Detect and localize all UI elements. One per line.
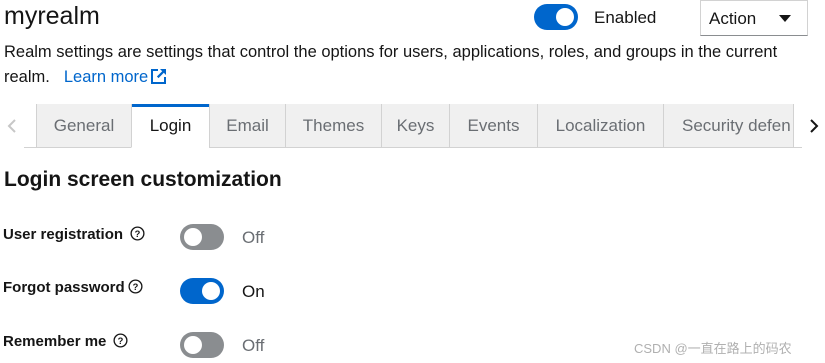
forgot-password-label: Forgot password [3, 279, 125, 296]
user-registration-switch[interactable] [180, 224, 224, 250]
switch-knob [556, 8, 574, 26]
caret-down-icon [779, 15, 791, 22]
chevron-left-icon [7, 119, 16, 133]
external-link-icon [151, 67, 167, 92]
tab-localization[interactable]: Localization [537, 104, 663, 148]
remember-me-label: Remember me [3, 333, 107, 350]
svg-text:?: ? [118, 336, 124, 346]
tab-login[interactable]: Login [131, 104, 209, 148]
tab-label: Email [226, 115, 269, 135]
tabs-scroll-left-button[interactable] [0, 104, 24, 148]
tab-label: Events [467, 115, 520, 135]
tab-label: Localization [555, 115, 646, 135]
svg-text:?: ? [133, 282, 139, 292]
tab-label: Login [149, 115, 192, 135]
user-registration-state: Off [242, 228, 265, 247]
switch-knob [184, 336, 202, 354]
realm-enabled-switch[interactable] [534, 4, 578, 30]
tab-label: Themes [302, 115, 365, 135]
help-icon[interactable]: ? [130, 226, 145, 246]
tab-label: Keys [396, 115, 435, 135]
tab-security-defenses[interactable]: Security defen [663, 104, 794, 148]
forgot-password-state: On [242, 282, 265, 301]
tab-events[interactable]: Events [449, 104, 537, 148]
tab-keys[interactable]: Keys [381, 104, 449, 148]
switch-knob [184, 228, 202, 246]
tab-email[interactable]: Email [209, 104, 285, 148]
action-dropdown-label: Action [709, 9, 757, 28]
tab-themes[interactable]: Themes [285, 104, 381, 148]
realm-description: Realm settings are settings that control… [4, 40, 819, 92]
forgot-password-switch[interactable] [180, 278, 224, 304]
remember-me-switch[interactable] [180, 332, 224, 358]
learn-more-link[interactable]: Learn more [64, 68, 167, 86]
svg-text:?: ? [135, 229, 141, 239]
realm-title: myrealm [4, 2, 100, 30]
realm-enabled-label: Enabled [594, 8, 657, 27]
learn-more-label: Learn more [63, 68, 149, 86]
tab-label: Security defen [682, 115, 791, 135]
tab-general[interactable]: General [36, 104, 131, 148]
action-dropdown[interactable]: Action [700, 0, 808, 36]
watermark: CSDN @一直在路上的码农 [634, 341, 792, 356]
switch-knob [202, 282, 220, 300]
realm-settings-tabs: General Login Email Themes Keys Events L… [0, 104, 825, 148]
help-icon[interactable]: ? [128, 279, 143, 299]
tabs-scroll-right-button[interactable] [802, 104, 825, 148]
chevron-right-icon [810, 119, 819, 133]
tab-label: General [53, 115, 115, 135]
user-registration-label: User registration [3, 226, 124, 243]
help-icon[interactable]: ? [113, 333, 128, 353]
section-title: Login screen customization [4, 168, 282, 191]
remember-me-state: Off [242, 336, 265, 355]
